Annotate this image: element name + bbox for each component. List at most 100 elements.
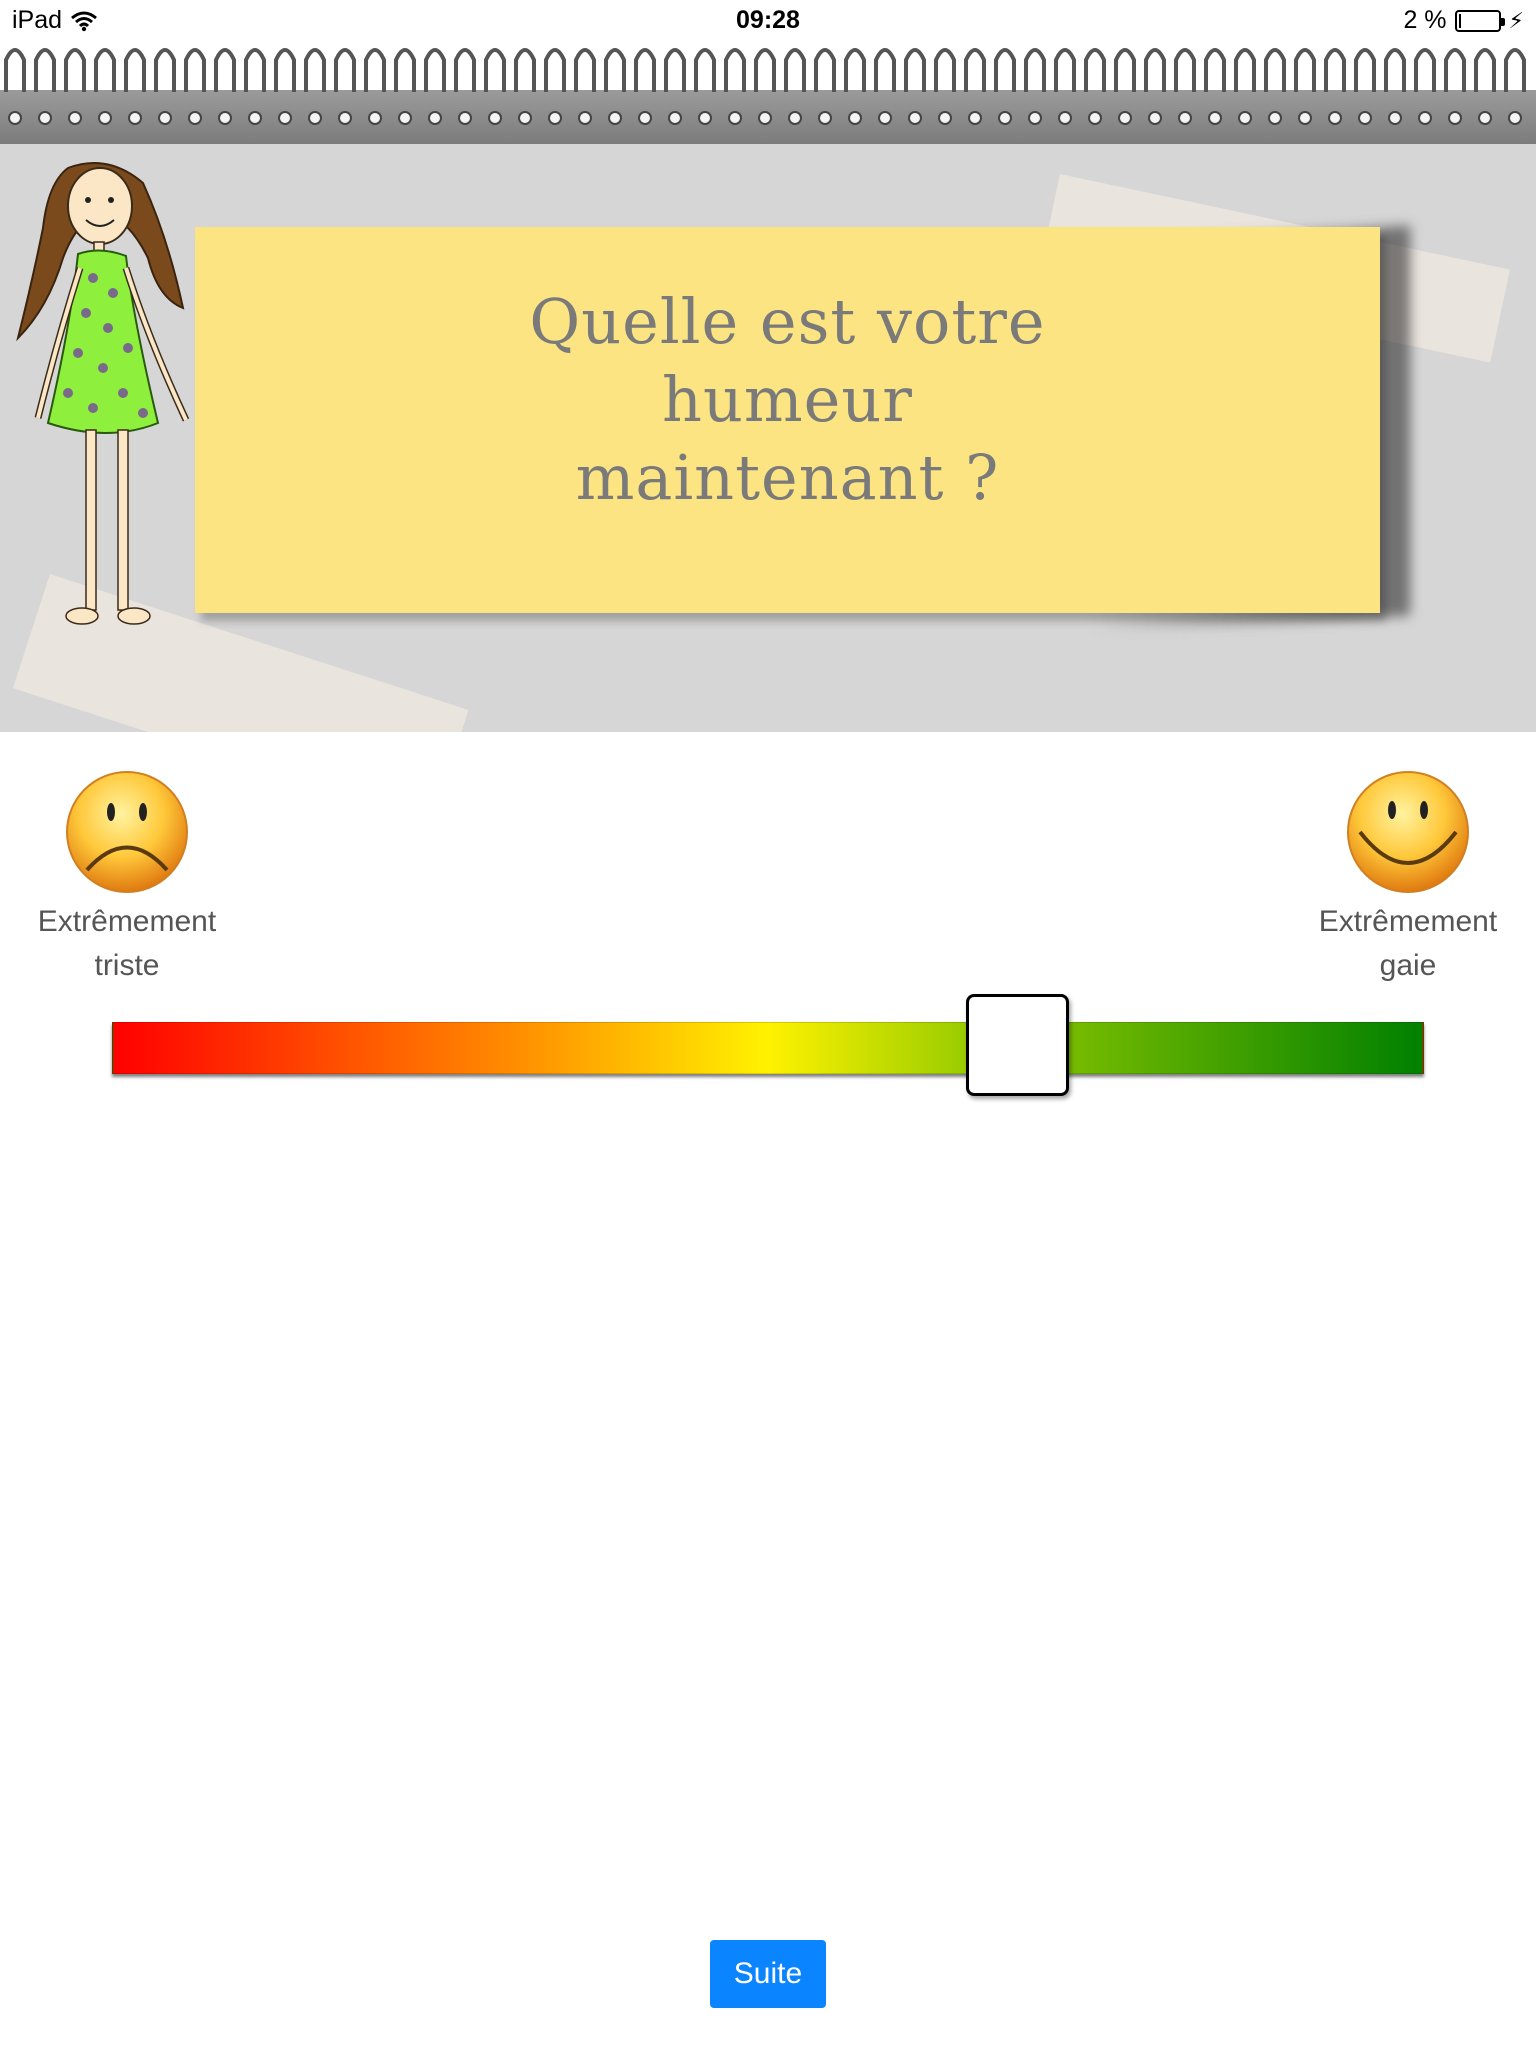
spiral-hole <box>578 111 592 125</box>
spiral-ring <box>1264 48 1286 92</box>
spiral-ring <box>934 48 956 92</box>
spiral-hole <box>548 111 562 125</box>
spiral-ring <box>334 48 356 92</box>
spiral-ring <box>634 48 656 92</box>
status-right: 2 % ⚡ <box>1403 6 1524 35</box>
happy-face-icon <box>1347 771 1469 893</box>
spiral-ring <box>364 48 386 92</box>
spiral-ring <box>214 48 236 92</box>
spiral-ring <box>124 48 146 92</box>
spiral-ring <box>1414 48 1436 92</box>
battery-percent: 2 % <box>1403 6 1447 34</box>
label-extremely-happy: Extrêmement gaie <box>1318 905 1498 982</box>
spiral-hole <box>278 111 292 125</box>
spiral-rings <box>4 48 1526 125</box>
spiral-ring <box>514 48 536 92</box>
question-header: Quelle est votre humeur maintenant ? <box>0 144 1536 732</box>
spiral-ring <box>64 48 86 92</box>
spiral-ring <box>994 48 1016 92</box>
spiral-ring <box>604 48 626 92</box>
spiral-hole <box>248 111 262 125</box>
spiral-hole <box>788 111 802 125</box>
spiral-hole <box>158 111 172 125</box>
mood-slider-track[interactable] <box>112 1022 1424 1074</box>
spiral-hole <box>698 111 712 125</box>
spiral-ring <box>754 48 776 92</box>
spiral-hole <box>1328 111 1342 125</box>
spiral-ring <box>1444 48 1466 92</box>
spiral-hole <box>758 111 772 125</box>
spiral-hole <box>1358 111 1372 125</box>
spiral-hole <box>38 111 52 125</box>
spiral-ring <box>1024 48 1046 92</box>
spiral-hole <box>608 111 622 125</box>
spiral-hole <box>1448 111 1462 125</box>
spiral-ring <box>544 48 566 92</box>
spiral-ring <box>94 48 116 92</box>
spiral-ring <box>4 48 26 92</box>
spiral-hole <box>728 111 742 125</box>
spiral-ring <box>484 48 506 92</box>
status-time: 09:28 <box>736 6 800 34</box>
battery-icon <box>1454 9 1505 32</box>
spiral-ring <box>1114 48 1136 92</box>
spiral-ring <box>814 48 836 92</box>
spiral-hole <box>8 111 22 125</box>
spiral-hole <box>458 111 472 125</box>
spiral-hole <box>998 111 1012 125</box>
spiral-ring <box>574 48 596 92</box>
spiral-hole <box>668 111 682 125</box>
spiral-ring <box>1054 48 1076 92</box>
spiral-hole <box>938 111 952 125</box>
spiral-hole <box>308 111 322 125</box>
question-text: Quelle est votre humeur maintenant ? <box>529 285 1046 514</box>
spiral-hole <box>68 111 82 125</box>
spiral-hole <box>638 111 652 125</box>
spiral-ring <box>1084 48 1106 92</box>
mood-slider-thumb[interactable] <box>965 994 1069 1096</box>
spiral-hole <box>368 111 382 125</box>
charging-bolt-icon: ⚡ <box>1508 7 1524 33</box>
spiral-hole <box>1508 111 1522 125</box>
spiral-hole <box>1418 111 1432 125</box>
spiral-hole <box>98 111 112 125</box>
spiral-hole <box>518 111 532 125</box>
spiral-ring <box>424 48 446 92</box>
spiral-hole <box>1028 111 1042 125</box>
spiral-ring <box>184 48 206 92</box>
spiral-ring <box>1504 48 1526 92</box>
spiral-ring <box>1174 48 1196 92</box>
spiral-ring <box>394 48 416 92</box>
next-button[interactable]: Suite <box>710 1940 826 2008</box>
spiral-ring <box>874 48 896 92</box>
spiral-ring <box>844 48 866 92</box>
spiral-hole <box>218 111 232 125</box>
spiral-hole <box>848 111 862 125</box>
spiral-hole <box>488 111 502 125</box>
spiral-ring <box>964 48 986 92</box>
spiral-hole <box>1268 111 1282 125</box>
spiral-binding <box>0 40 1536 144</box>
spiral-ring <box>244 48 266 92</box>
spiral-ring <box>1354 48 1376 92</box>
spiral-hole <box>1238 111 1252 125</box>
spiral-hole <box>1178 111 1192 125</box>
spiral-ring <box>1294 48 1316 92</box>
spiral-hole <box>188 111 202 125</box>
spiral-hole <box>1298 111 1312 125</box>
spiral-ring <box>1204 48 1226 92</box>
spiral-hole <box>818 111 832 125</box>
spiral-hole <box>428 111 442 125</box>
sad-face-icon <box>66 771 188 893</box>
status-bar: iPad 09:28 2 % ⚡ <box>0 0 1536 40</box>
spiral-hole <box>1058 111 1072 125</box>
spiral-hole <box>128 111 142 125</box>
spiral-hole <box>1118 111 1132 125</box>
spiral-ring <box>694 48 716 92</box>
spiral-hole <box>968 111 982 125</box>
sticky-note: Quelle est votre humeur maintenant ? <box>195 227 1380 613</box>
spiral-ring <box>34 48 56 92</box>
label-extremely-sad: Extrêmement triste <box>37 905 217 982</box>
spiral-ring <box>1144 48 1166 92</box>
spiral-ring <box>784 48 806 92</box>
